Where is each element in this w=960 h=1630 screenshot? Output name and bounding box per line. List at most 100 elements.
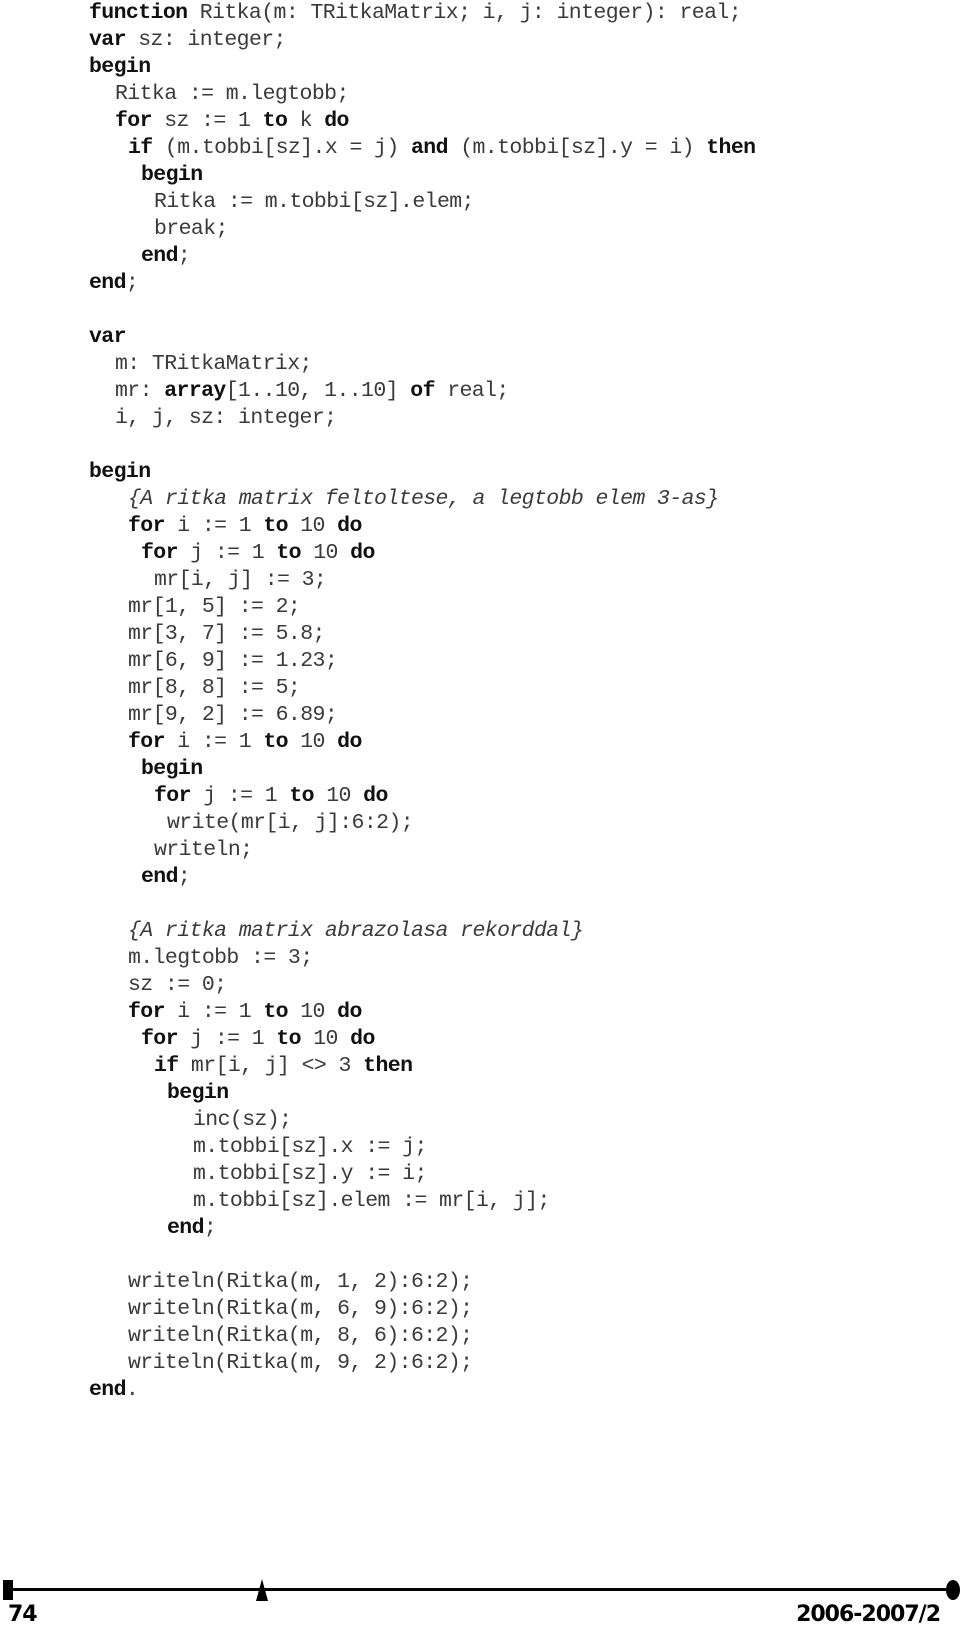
code-text: [1..10, 1..10] <box>225 379 411 403</box>
keyword: then <box>706 136 756 160</box>
code-line: mr[9, 2] := 6.89; <box>128 702 338 729</box>
code-text: i := 1 <box>164 730 264 754</box>
code-line: writeln; <box>154 837 253 864</box>
code-line: end; <box>141 864 191 891</box>
code-line: for i := 1 to 10 do <box>128 729 362 756</box>
keyword: to <box>263 1000 288 1024</box>
keyword: begin <box>89 460 151 484</box>
code-line: mr: array[1..10, 1..10] of real; <box>115 378 509 405</box>
code-line: {A ritka matrix abrazolasa rekorddal} <box>128 918 584 945</box>
code-line: begin <box>141 756 203 783</box>
keyword: begin <box>141 163 203 187</box>
keyword: end <box>167 1216 205 1240</box>
code-line: write(mr[i, j]:6:2); <box>167 810 414 837</box>
code-line: begin <box>141 162 203 189</box>
code-text: writeln(Ritka(m, 9, 2):6:2); <box>128 1351 473 1375</box>
keyword: for <box>128 514 166 538</box>
keyword: do <box>350 541 375 565</box>
keyword: to <box>289 784 314 808</box>
code-text: . <box>125 1378 139 1402</box>
code-line: m.tobbi[sz].elem := mr[i, j]; <box>193 1188 550 1215</box>
code-text: sz: integer; <box>125 28 286 52</box>
footer-rule <box>12 1588 948 1591</box>
code-line: for j := 1 to 10 do <box>141 540 375 567</box>
code-line: writeln(Ritka(m, 6, 9):6:2); <box>128 1296 473 1323</box>
code-text: j := 1 <box>190 784 290 808</box>
keyword: for <box>128 1000 166 1024</box>
code-line: Ritka := m.tobbi[sz].elem; <box>154 189 474 216</box>
code-line: if mr[i, j] <> 3 then <box>154 1053 413 1080</box>
code-text: writeln(Ritka(m, 6, 9):6:2); <box>128 1297 473 1321</box>
code-line: mr[6, 9] := 1.23; <box>128 648 338 675</box>
code-text: 10 <box>313 784 364 808</box>
code-text: writeln(Ritka(m, 1, 2):6:2); <box>128 1270 473 1294</box>
code-line: end; <box>167 1215 217 1242</box>
code-line: writeln(Ritka(m, 1, 2):6:2); <box>128 1269 473 1296</box>
code-line: begin <box>89 54 151 81</box>
keyword: begin <box>167 1081 229 1105</box>
code-line: m.tobbi[sz].y := i; <box>193 1161 427 1188</box>
code-text: mr[3, 7] := 5.8; <box>128 622 325 646</box>
code-line: m: TRitkaMatrix; <box>115 351 312 378</box>
keyword: do <box>363 784 388 808</box>
comment: {A ritka matrix abrazolasa rekorddal} <box>128 919 584 943</box>
code-line: end; <box>89 270 139 297</box>
code-line: var sz: integer; <box>89 27 286 54</box>
code-text: writeln; <box>154 838 253 862</box>
code-text: j := 1 <box>177 541 277 565</box>
code-text: ; <box>177 865 191 889</box>
comment: {A ritka matrix feltoltese, a legtobb el… <box>128 487 719 511</box>
code-text: mr[i, j] <> 3 <box>178 1054 364 1078</box>
code-line: mr[i, j] := 3; <box>154 567 327 594</box>
code-line: for sz := 1 to k do <box>115 108 349 135</box>
code-text: i := 1 <box>164 1000 264 1024</box>
code-text: mr[8, 8] := 5; <box>128 676 301 700</box>
keyword: array <box>164 379 226 403</box>
page-number: 74 <box>8 1602 38 1627</box>
keyword: for <box>141 1027 179 1051</box>
code-line: for i := 1 to 10 do <box>128 999 362 1026</box>
code-line: begin <box>167 1080 229 1107</box>
code-line: writeln(Ritka(m, 9, 2):6:2); <box>128 1350 473 1377</box>
issue-label: 2006-2007/2 <box>796 1602 941 1627</box>
code-text: write(mr[i, j]:6:2); <box>167 811 414 835</box>
code-text: Ritka := m.tobbi[sz].elem; <box>154 190 474 214</box>
keyword: var <box>89 325 127 349</box>
code-text: mr: <box>115 379 165 403</box>
keyword: if <box>154 1054 179 1078</box>
code-text: inc(sz); <box>193 1108 292 1132</box>
keyword: do <box>337 1000 362 1024</box>
keyword: begin <box>89 55 151 79</box>
code-line: for j := 1 to 10 do <box>141 1026 375 1053</box>
code-text: mr[i, j] := 3; <box>154 568 327 592</box>
keyword: function <box>89 1 188 25</box>
code-text: sz := 0; <box>128 973 227 997</box>
code-text: sz := 1 <box>151 109 263 133</box>
code-line: function Ritka(m: TRitkaMatrix; i, j: in… <box>89 0 742 27</box>
keyword: end <box>89 1378 127 1402</box>
keyword: end <box>141 865 179 889</box>
triangle-marker-icon <box>256 1579 268 1601</box>
code-text: m: TRitkaMatrix; <box>115 352 312 376</box>
code-text: k <box>287 109 325 133</box>
code-text: 10 <box>300 541 351 565</box>
square-marker-icon <box>3 1580 13 1600</box>
keyword: for <box>154 784 192 808</box>
code-line: inc(sz); <box>193 1107 292 1134</box>
code-text: ; <box>177 244 191 268</box>
code-line: m.tobbi[sz].x := j; <box>193 1134 427 1161</box>
keyword: to <box>263 514 288 538</box>
code-text: Ritka(m: TRitkaMatrix; i, j: integer): r… <box>187 1 742 25</box>
keyword: if <box>128 136 153 160</box>
code-text: break; <box>154 217 228 241</box>
code-text: real; <box>434 379 509 403</box>
code-line: mr[3, 7] := 5.8; <box>128 621 325 648</box>
keyword: begin <box>141 757 203 781</box>
code-text: ; <box>125 271 139 295</box>
code-line: i, j, sz: integer; <box>115 405 337 432</box>
circle-marker-icon <box>946 1580 960 1600</box>
code-line: sz := 0; <box>128 972 227 999</box>
code-line: mr[1, 5] := 2; <box>128 594 301 621</box>
code-text: m.tobbi[sz].x := j; <box>193 1135 427 1159</box>
keyword: then <box>363 1054 413 1078</box>
